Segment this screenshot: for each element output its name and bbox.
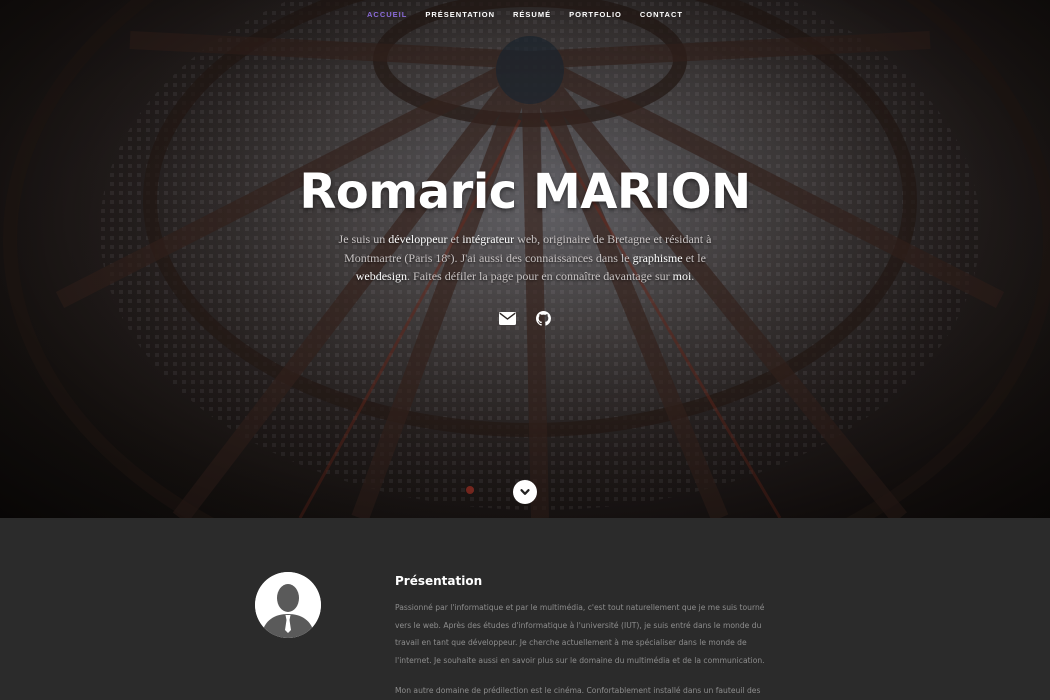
presentation-paragraph: Mon autre domaine de prédilection est le… xyxy=(395,686,761,696)
hero-content: Romaric MARION Je suis un développeur et… xyxy=(0,162,1050,286)
chevron-down-icon xyxy=(520,489,530,495)
scroll-down-button[interactable] xyxy=(513,480,537,504)
presentation-section: Présentation Passionné par l'informatiqu… xyxy=(0,518,1050,700)
hero-title: Romaric MARION xyxy=(299,164,751,220)
intro-keyword-moi: moi xyxy=(672,269,692,283)
github-icon[interactable] xyxy=(534,309,552,327)
intro-text: . Faites défiler la page pour en connaît… xyxy=(407,269,673,283)
hero-intro: Je suis un développeur et intégrateur we… xyxy=(325,230,725,286)
nav-item-portfolio[interactable]: PORTFOLIO xyxy=(560,10,631,19)
intro-keyword-graphisme: graphisme xyxy=(632,250,683,265)
intro-text: Je suis un xyxy=(338,232,389,246)
top-navigation: ACCUEIL PRÉSENTATION RÉSUMÉ PORTFOLIO CO… xyxy=(0,0,1050,28)
nav-item-presentation[interactable]: PRÉSENTATION xyxy=(416,10,504,19)
presentation-text: Présentation Passionné par l'informatiqu… xyxy=(395,574,773,700)
hero-section: ACCUEIL PRÉSENTATION RÉSUMÉ PORTFOLIO CO… xyxy=(0,0,1050,518)
presentation-paragraph: Passionné par l'informatique et par le m… xyxy=(395,603,765,665)
nav-item-resume[interactable]: RÉSUMÉ xyxy=(504,10,560,19)
social-links xyxy=(0,309,1050,327)
nav-item-accueil[interactable]: ACCUEIL xyxy=(358,10,416,19)
section-title: Présentation xyxy=(395,574,483,588)
user-silhouette-icon xyxy=(255,572,321,638)
nav-item-contact[interactable]: CONTACT xyxy=(631,10,692,19)
avatar xyxy=(255,572,321,638)
intro-text: et xyxy=(447,232,463,246)
envelope-icon[interactable] xyxy=(498,309,516,327)
intro-keyword-webdesign: webdesign xyxy=(355,269,408,283)
intro-text: et le xyxy=(682,250,706,265)
intro-text: . xyxy=(691,269,695,283)
intro-keyword-integrateur: intégrateur xyxy=(462,232,515,246)
intro-keyword-developpeur: développeur xyxy=(388,232,448,246)
